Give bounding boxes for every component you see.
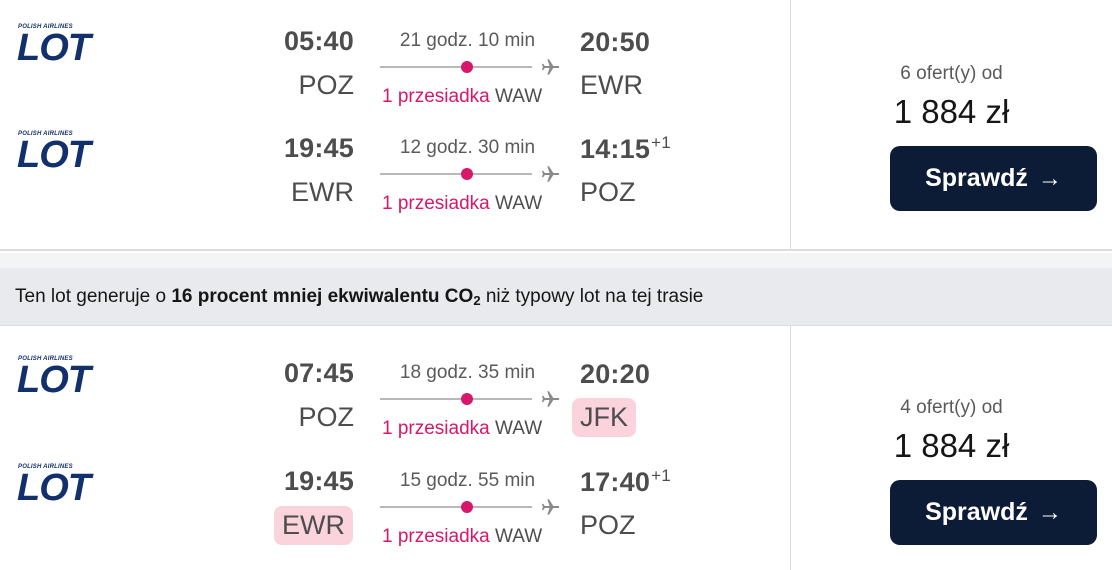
offers-count: 6 ofert(y) od [900, 63, 1003, 84]
duration: 15 godz. 55 min [399, 470, 536, 491]
departure-time: 19:45 [283, 466, 354, 496]
arrival-airport: POZ [580, 510, 636, 540]
departure-airport: POZ [298, 70, 354, 100]
route-line [380, 506, 532, 508]
route-line [380, 173, 532, 175]
arrival-time: 17:40+1 [580, 466, 671, 497]
price: 1 884 zł [893, 93, 1010, 130]
stop-dot [461, 501, 473, 513]
stops-info: 1 przesiadka WAW [382, 193, 543, 214]
departure-airport: EWR [291, 177, 354, 207]
result-card-2[interactable]: POLISH AIRLINES LOT 07:45 POZ 18 godz. 3… [0, 325, 1112, 570]
stops-info: 1 przesiadka WAW [382, 86, 543, 107]
offers-count: 4 ofert(y) od [900, 397, 1003, 418]
plane-icon [541, 166, 560, 182]
arrival-airport-highlighted: JFK [572, 398, 637, 437]
duration: 12 godz. 30 min [399, 137, 536, 158]
arrow-right-icon: → [1037, 498, 1062, 526]
departure-airport: POZ [298, 402, 354, 432]
check-button[interactable]: Sprawdź → [890, 480, 1097, 545]
plane-icon [541, 59, 560, 75]
return-leg: POLISH AIRLINES LOT 19:45 EWR 12 godz. 3… [0, 125, 790, 225]
price-panel: 4 ofert(y) od 1 884 zł Sprawdź → [791, 326, 1112, 570]
duration: 18 godz. 35 min [399, 362, 536, 383]
arrival-airport: POZ [580, 177, 636, 207]
departure-airport-highlighted: EWR [274, 506, 353, 545]
arrival-time: 14:15+1 [580, 133, 671, 164]
arrival-time: 20:20 [580, 359, 651, 389]
departure-time: 19:45 [283, 133, 354, 163]
stop-dot [461, 393, 473, 405]
plane-icon [541, 499, 560, 515]
check-button[interactable]: Sprawdź → [890, 146, 1097, 211]
stops-info: 1 przesiadka WAW [382, 418, 543, 439]
result-card-1[interactable]: POLISH AIRLINES LOT 05:40 POZ 21 godz. 1… [0, 0, 1112, 251]
route-line [380, 398, 532, 400]
stop-dot [461, 61, 473, 73]
departure-time: 05:40 [283, 26, 354, 56]
card-gap [0, 253, 1112, 268]
plane-icon [541, 391, 560, 407]
stop-dot [461, 168, 473, 180]
arrow-right-icon: → [1037, 164, 1062, 192]
route-line [380, 66, 532, 68]
duration: 21 godz. 10 min [399, 30, 536, 51]
departure-time: 07:45 [283, 358, 354, 388]
arrival-airport: EWR [580, 70, 643, 100]
stops-info: 1 przesiadka WAW [382, 526, 543, 547]
co2-notice: Ten lot generuje o 16 procent mniej ekwi… [0, 268, 1112, 325]
price-panel: 6 ofert(y) od 1 884 zł Sprawdź → [791, 0, 1112, 251]
return-leg: POLISH AIRLINES LOT 19:45 EWR 15 godz. 5… [0, 458, 790, 558]
price: 1 884 zł [893, 427, 1010, 464]
arrival-time: 20:50 [580, 27, 651, 57]
outbound-leg: POLISH AIRLINES LOT 07:45 POZ 18 godz. 3… [0, 350, 790, 450]
outbound-leg: POLISH AIRLINES LOT 05:40 POZ 21 godz. 1… [0, 18, 790, 118]
